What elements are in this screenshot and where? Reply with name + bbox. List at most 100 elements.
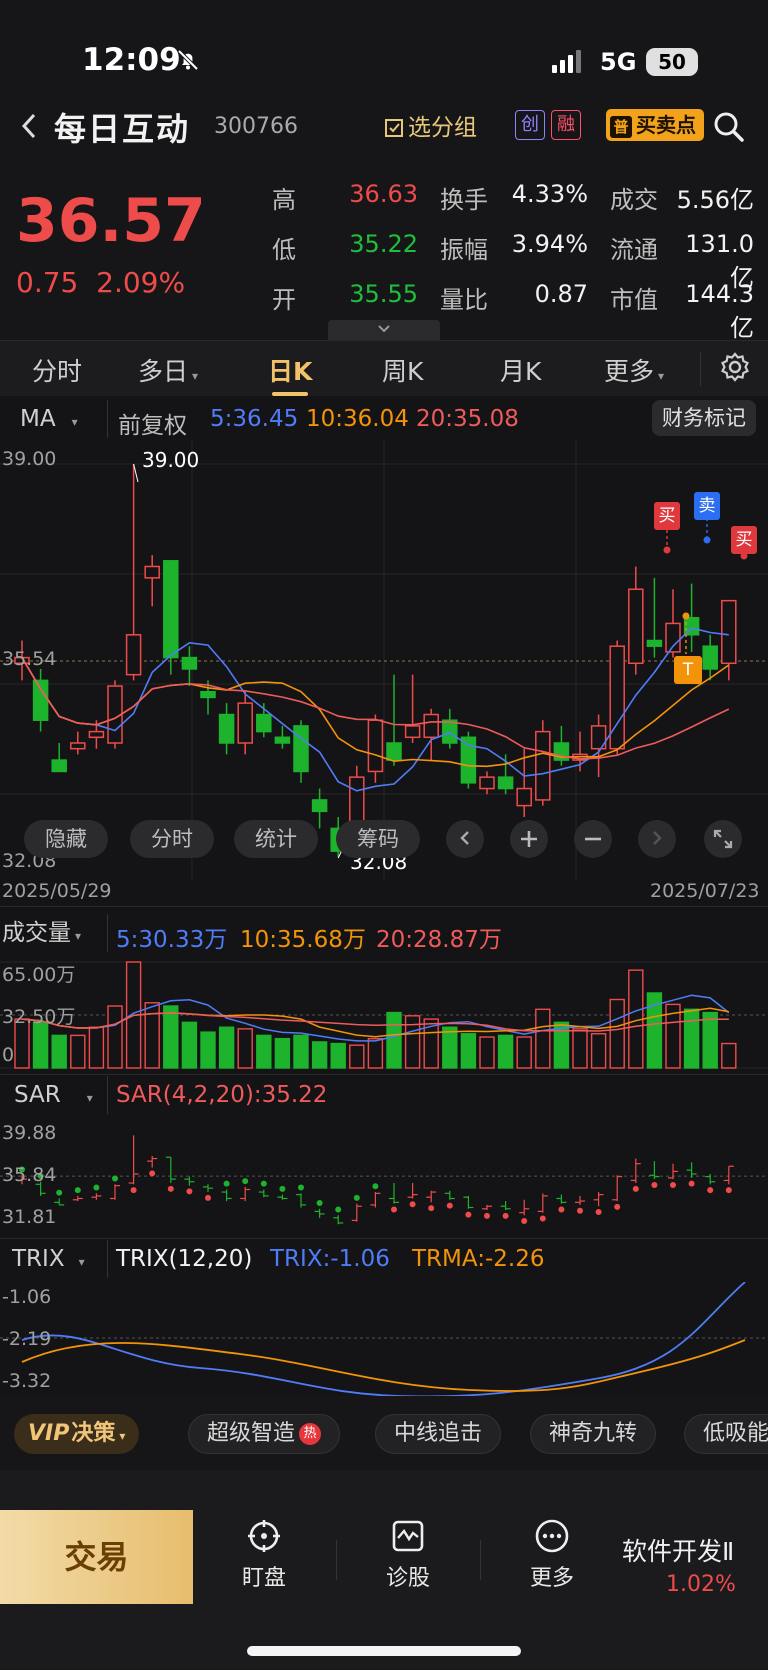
tab-intraday[interactable]: 分时 [32, 352, 82, 388]
candle-body [32, 679, 49, 721]
statistics-button[interactable]: 统计 [234, 820, 318, 858]
sar-value: SAR(4,2,20):35.22 [116, 1082, 328, 1108]
volume-bar [497, 1034, 514, 1069]
vip-badge: VIP [28, 1421, 70, 1446]
sar-dot [335, 1206, 342, 1213]
chip-low-absorb[interactable]: 低吸能 [684, 1414, 768, 1454]
scroll-left-button[interactable] [446, 820, 484, 858]
volume-bar [237, 1028, 253, 1069]
sar-selector[interactable]: SAR ▾ [0, 1076, 108, 1114]
kline-chart[interactable] [0, 440, 768, 880]
sar-dot [670, 1181, 676, 1188]
candle-body [609, 645, 625, 750]
sector-name[interactable]: 软件开发Ⅱ [622, 1532, 734, 1568]
hide-button[interactable]: 隐藏 [24, 820, 108, 858]
candle-body [256, 713, 272, 733]
candle-body [665, 622, 681, 653]
ma-selector[interactable]: MA ▾ [0, 400, 108, 438]
kline-y-top: 39.00 [2, 448, 57, 470]
volume-bar [163, 1005, 179, 1069]
candle-body [367, 719, 384, 773]
trix-value: TRIX:-1.06 [270, 1246, 390, 1272]
nav-more-label: 更多 [529, 1566, 574, 1591]
gear-icon[interactable] [720, 352, 750, 382]
tab-daily-k[interactable]: 日K [268, 352, 312, 388]
margin-tag[interactable]: 融 [551, 110, 581, 140]
status-time: 12:09 [82, 42, 181, 78]
fullscreen-button[interactable] [704, 820, 742, 858]
caret-down-icon: ▾ [78, 1255, 85, 1269]
candle-body [293, 725, 309, 773]
hot-badge: 热 [299, 1423, 322, 1445]
volume-bar [274, 1037, 291, 1069]
trix-chart[interactable] [0, 1282, 768, 1396]
volume-bar [218, 1026, 235, 1069]
sar-dot [279, 1185, 286, 1192]
candle-body [70, 742, 86, 750]
sar-dot [707, 1187, 714, 1194]
volume-selector[interactable]: 成交量 ▾ [0, 914, 108, 952]
volume-chart[interactable] [0, 956, 768, 1072]
zoom-in-button[interactable] [510, 820, 548, 858]
zoom-out-button[interactable] [574, 820, 612, 858]
expand-quote-button[interactable] [328, 320, 440, 340]
tab-multi-day[interactable]: 多日 ▾ [138, 352, 198, 388]
divider [0, 1238, 768, 1239]
tab-more[interactable]: 更多 ▾ [604, 352, 664, 388]
more-dots-icon [535, 1519, 569, 1553]
float-cap-label: 流通 [610, 236, 658, 264]
chips-button[interactable]: 筹码 [336, 820, 420, 858]
search-icon[interactable] [712, 110, 746, 144]
sar-dot [632, 1185, 639, 1192]
sar-dot [298, 1184, 304, 1191]
buy-signal-marker[interactable]: 买 [731, 526, 757, 554]
sar-dot [484, 1212, 490, 1219]
buy-signal-marker[interactable]: 买 [654, 502, 680, 530]
nav-watch[interactable]: 盯盘 [214, 1518, 314, 1592]
nav-more[interactable]: 更多 [502, 1518, 602, 1592]
network-type: 5G [600, 48, 637, 76]
volume-bar [88, 1026, 105, 1069]
sell-signal-marker[interactable]: 卖 [694, 492, 720, 520]
sar-chart[interactable] [0, 1118, 768, 1234]
chevron-right-icon [653, 831, 662, 845]
tab-monthly-k[interactable]: 月K [500, 352, 541, 388]
trade-button[interactable]: 交易 [0, 1510, 193, 1604]
max-price-label: 39.00 [142, 448, 200, 472]
amplitude-label: 振幅 [440, 236, 488, 264]
sar-dot [651, 1181, 658, 1188]
nav-diagnose[interactable]: 诊股 [358, 1518, 458, 1592]
volume-bar [609, 998, 625, 1069]
candle-body [144, 565, 160, 579]
volume-bar [442, 1026, 458, 1069]
chevron-left-icon [460, 831, 469, 845]
chevron-left-icon[interactable] [18, 112, 40, 140]
sar-dot [409, 1201, 416, 1208]
buy-sell-points-button[interactable]: 普买卖点 [606, 109, 704, 141]
t-signal-marker[interactable]: T [674, 656, 702, 684]
scroll-right-button[interactable] [638, 820, 676, 858]
sar-dot [186, 1188, 193, 1195]
chip-mid-term[interactable]: 中线追击 [375, 1414, 502, 1454]
chinext-tag[interactable]: 创 [515, 110, 545, 140]
sar-dot [577, 1207, 583, 1214]
stock-code: 300766 [214, 114, 298, 139]
vip-decision-button[interactable]: VIP决策 ▾ [14, 1414, 140, 1454]
candle-body [237, 702, 253, 744]
add-to-group-button[interactable]: 选分组 [384, 108, 477, 142]
adjust-mode[interactable]: 前复权 [118, 406, 187, 440]
stock-name: 每日互动 [54, 110, 191, 148]
candle-body [442, 719, 458, 744]
chip-super-smart[interactable]: 超级智造热 [188, 1414, 341, 1454]
trix-y-bottom: -3.32 [2, 1370, 52, 1392]
trix-selector[interactable]: TRIX ▾ [0, 1240, 108, 1278]
chip-magic-nine[interactable]: 神奇九转 [530, 1414, 657, 1454]
volume-header: 成交量 ▾ [0, 914, 108, 952]
finance-mark-button[interactable]: 财务标记 [652, 400, 756, 436]
tab-weekly-k[interactable]: 周K [382, 352, 423, 388]
trix-y-mid: -2.19 [2, 1328, 52, 1350]
volume-label: 成交量 [2, 920, 71, 946]
intraday-button[interactable]: 分时 [130, 820, 214, 858]
candle-body [479, 776, 495, 790]
sar-dot [130, 1187, 137, 1194]
